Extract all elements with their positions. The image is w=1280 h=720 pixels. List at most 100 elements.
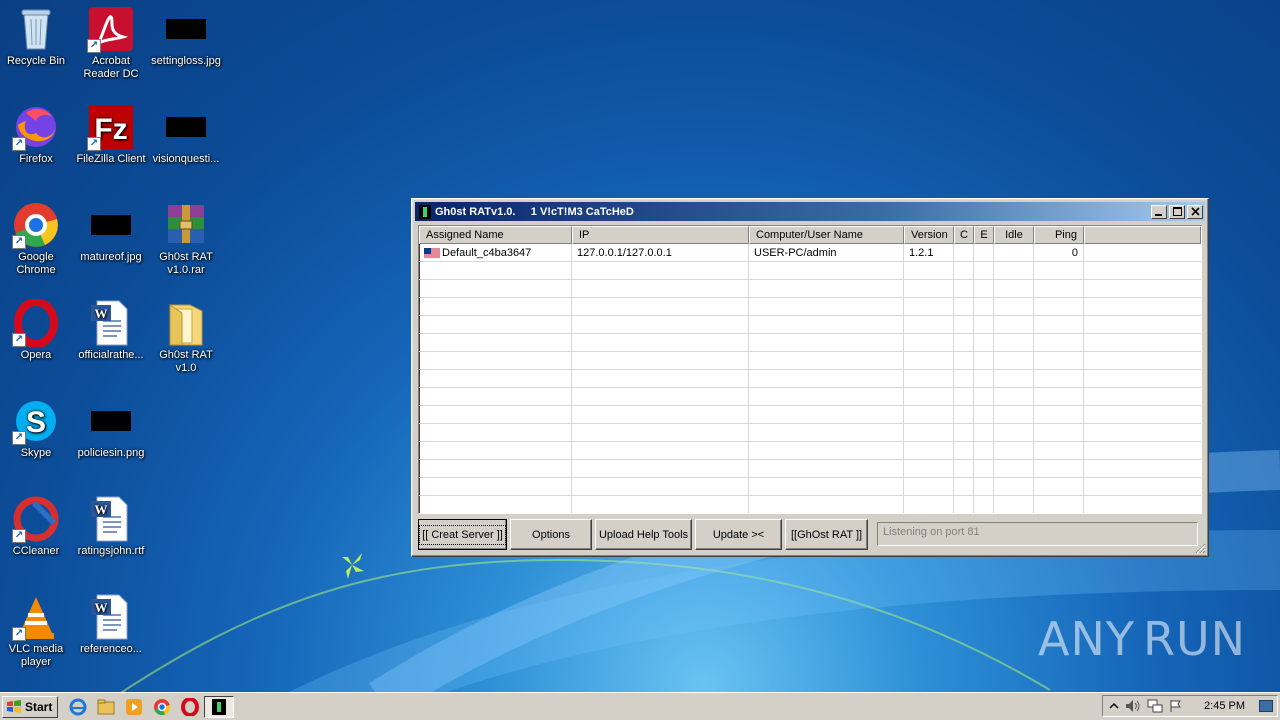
desktop-icon[interactable]: ↗ VLC media player [0,593,74,669]
victim-list[interactable]: Assigned Name IP Computer/User Name Vers… [418,225,1202,514]
opera-icon: ↗ [12,298,60,348]
cell-ping [1034,388,1084,406]
app-icon [419,204,431,219]
column-version[interactable]: Version [904,226,954,244]
cell-name [419,262,572,280]
desktop-icon[interactable]: visionquesti... [148,103,224,166]
desktop-icon[interactable]: Fz ↗ FileZilla Client [73,103,149,166]
desktop-icon[interactable]: Gh0st RAT v1.0 [148,299,224,375]
cell-ip [572,298,749,316]
cell-name [419,424,572,442]
chrome-launch[interactable] [152,697,172,717]
action-center-flag-icon[interactable] [1169,699,1183,713]
cell-ip [572,334,749,352]
cell-ping [1034,424,1084,442]
desktop-icon[interactable]: Wreferenceo... [73,593,149,656]
recycle-bin-icon [12,5,60,53]
column-ip[interactable]: IP [572,226,749,244]
opera-launch[interactable] [180,697,200,717]
cell-c [954,298,974,316]
cell-version [904,280,954,298]
cell-name [419,280,572,298]
clock[interactable]: 2:45 PM [1204,700,1245,712]
cell-name: Default_c4ba3647 [419,244,572,262]
desktop-icon[interactable]: settingloss.jpg [148,5,224,68]
upload-help-tools-button[interactable]: Upload Help Tools [595,519,692,550]
cell-idle [994,388,1034,406]
resize-grip-icon[interactable] [1194,542,1206,554]
list-rows: Default_c4ba3647 127.0.0.1/127.0.0.1 USER-… [419,244,1201,513]
cell-idle [994,262,1034,280]
column-c[interactable]: C [954,226,974,244]
button-bar: [[ Creat Server ]] Options Upload Help T… [418,519,868,550]
cell-e [974,388,994,406]
create-server-button[interactable]: [[ Creat Server ]] [418,519,507,550]
title-bar[interactable]: Gh0st RATv1.0. 1 V!cT!M3 CaTcHeD [415,202,1205,221]
desktop-icon-label: FileZilla Client [76,153,146,165]
desktop-icon-label: Gh0st RAT v1.0 [159,349,213,374]
desktop-icon-label: officialrathe... [78,349,144,361]
desktop-icon[interactable]: ↗ Firefox [0,103,74,166]
desktop-icon-label: Opera [20,349,52,361]
cell-name [419,316,572,334]
close-button[interactable] [1187,204,1203,219]
svg-text:W: W [95,600,108,615]
maximize-button[interactable] [1169,204,1185,219]
ghost-rat-button[interactable]: [[GhOst RAT ]] [785,519,868,550]
cell-filler [1084,478,1201,496]
desktop-icon[interactable]: Wratingsjohn.rtf [73,495,149,558]
desktop-icon[interactable]: matureof.jpg [73,201,149,264]
volume-icon[interactable] [1125,699,1141,713]
desktop-icon[interactable]: ↗ Acrobat Reader DC [73,5,149,81]
cell-filler [1084,442,1201,460]
watermark-left-text: ANY [1038,612,1135,666]
desktop-icon[interactable]: Gh0st RAT v1.0.rar [148,201,224,277]
desktop-icon-label: policiesin.png [77,447,145,459]
empty-row [419,442,1201,460]
minimize-button[interactable] [1151,204,1167,219]
cell-version [904,424,954,442]
cell-e [974,370,994,388]
column-ping[interactable]: Ping [1034,226,1084,244]
start-label: Start [25,699,53,714]
cell-name [419,442,572,460]
desktop-icon[interactable]: policiesin.png [73,397,149,460]
word-doc-icon: W [87,593,135,641]
cell-idle [994,460,1034,478]
column-idle[interactable]: Idle [994,226,1034,244]
desktop-icon-label: VLC media player [8,643,64,668]
desktop-icon[interactable]: Recycle Bin [0,5,74,68]
desktop-icon[interactable]: ↗ Google Chrome [0,201,74,277]
desktop-icon[interactable]: Wofficialrathe... [73,299,149,362]
network-icon[interactable] [1147,699,1163,713]
cell-filler [1084,262,1201,280]
cell-e [974,298,994,316]
gh0st-rat-window: Gh0st RATv1.0. 1 V!cT!M3 CaTcHeD Assigne… [411,198,1209,557]
column-computer-user[interactable]: Computer/User Name [749,226,904,244]
cell-ping [1034,496,1084,513]
update-button[interactable]: Update >< [695,519,782,550]
desktop-icon[interactable]: ↗ Opera [0,298,74,362]
desktop-icon[interactable]: ↗ CCleaner [0,495,74,558]
ie-launch[interactable] [68,697,88,717]
cell-e [974,478,994,496]
cell-version [904,370,954,388]
internet-explorer-icon [69,698,87,715]
show-desktop-button[interactable] [1259,700,1273,712]
media-player-launch[interactable] [124,697,144,717]
word-doc-icon: W [87,299,135,347]
options-button[interactable]: Options [510,519,592,550]
taskbar-gh0st-rat[interactable] [204,695,235,718]
show-hidden-icons-icon[interactable] [1109,701,1119,711]
table-row[interactable]: Default_c4ba3647 127.0.0.1/127.0.0.1 USER-… [419,244,1201,262]
start-button[interactable]: Start [2,695,59,718]
column-e[interactable]: E [974,226,994,244]
desktop-icon-label: Gh0st RAT v1.0.rar [159,251,213,276]
cell-text: USER-PC/admin [754,247,837,259]
column-assigned-name[interactable]: Assigned Name [419,226,572,244]
empty-row [419,388,1201,406]
desktop-icon[interactable]: S ↗ Skype [0,397,74,460]
explorer-launch[interactable] [96,697,116,717]
cell-idle [994,244,1034,262]
gh0st-rat-task-icon [212,698,227,715]
